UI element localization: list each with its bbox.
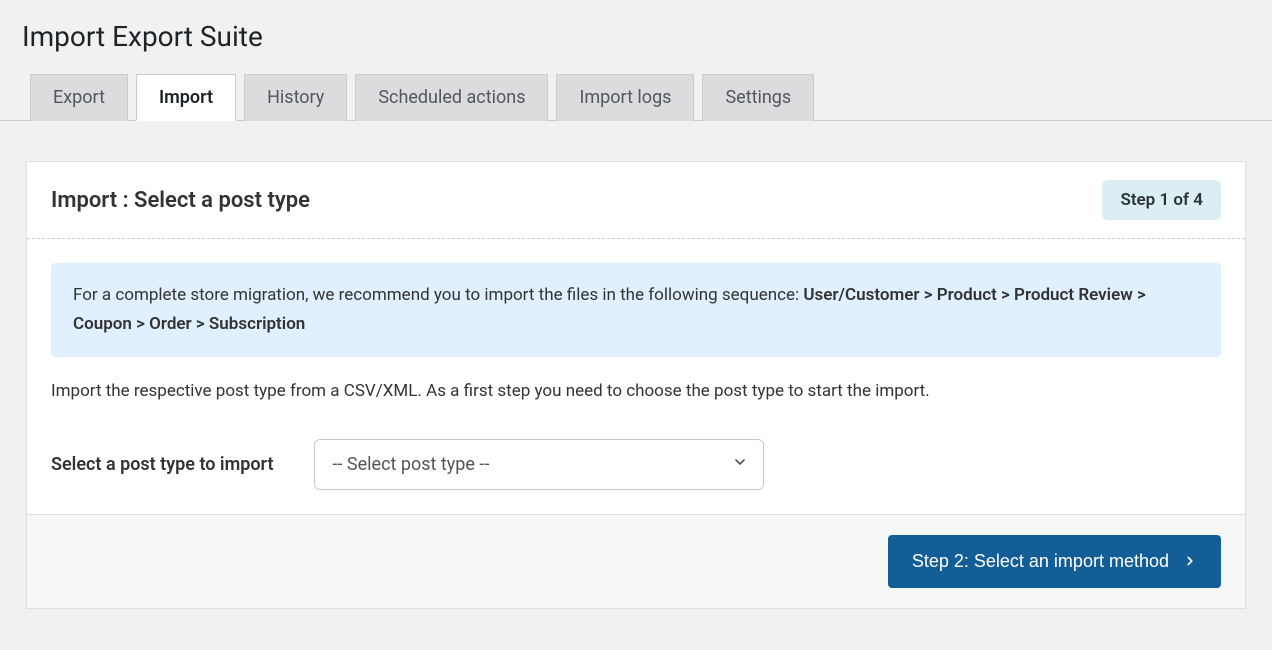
tab-export[interactable]: Export: [30, 74, 128, 121]
migration-notice: For a complete store migration, we recom…: [51, 263, 1221, 357]
panel-header: Import : Select a post type Step 1 of 4: [27, 162, 1245, 239]
tab-scheduled-actions[interactable]: Scheduled actions: [355, 74, 548, 121]
chevron-right-icon: [1183, 554, 1197, 568]
post-type-select-wrap: -- Select post type --: [314, 439, 764, 490]
panel-title: Import : Select a post type: [51, 188, 310, 213]
import-panel: Import : Select a post type Step 1 of 4 …: [26, 161, 1246, 515]
panel-footer: Step 2: Select an import method: [26, 515, 1246, 609]
panel-body: For a complete store migration, we recom…: [27, 239, 1245, 514]
page-title: Import Export Suite: [0, 0, 1272, 73]
tab-import[interactable]: Import: [136, 74, 236, 121]
import-description: Import the respective post type from a C…: [51, 381, 1221, 401]
step-badge: Step 1 of 4: [1102, 180, 1221, 220]
tab-import-logs[interactable]: Import logs: [556, 74, 694, 121]
tabs-nav: Export Import History Scheduled actions …: [0, 73, 1272, 121]
post-type-select[interactable]: -- Select post type --: [314, 439, 764, 490]
next-step-button[interactable]: Step 2: Select an import method: [888, 535, 1221, 588]
tab-history[interactable]: History: [244, 74, 347, 121]
post-type-label: Select a post type to import: [51, 454, 274, 475]
post-type-field: Select a post type to import -- Select p…: [51, 439, 1221, 490]
next-step-label: Step 2: Select an import method: [912, 551, 1169, 572]
tab-settings[interactable]: Settings: [702, 74, 814, 121]
notice-text: For a complete store migration, we recom…: [73, 285, 803, 305]
